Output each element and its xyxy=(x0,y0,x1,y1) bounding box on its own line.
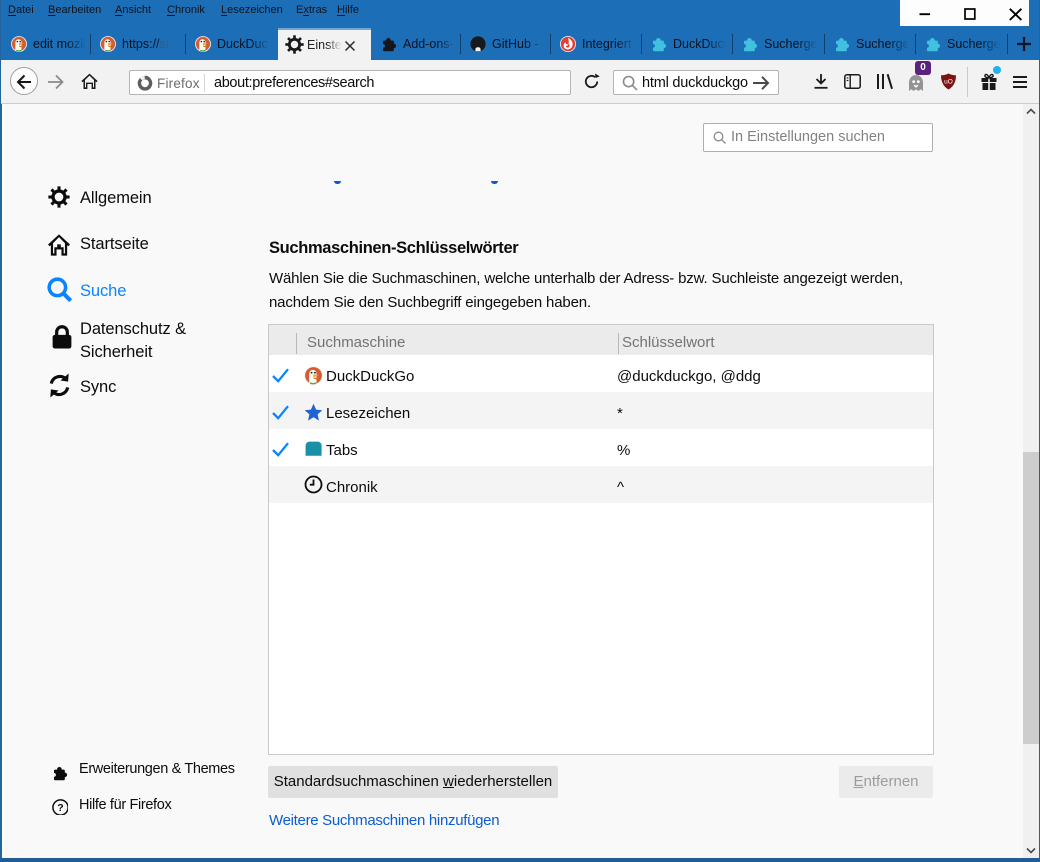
svg-text:?: ? xyxy=(57,802,63,814)
svg-text:uO: uO xyxy=(944,79,953,86)
